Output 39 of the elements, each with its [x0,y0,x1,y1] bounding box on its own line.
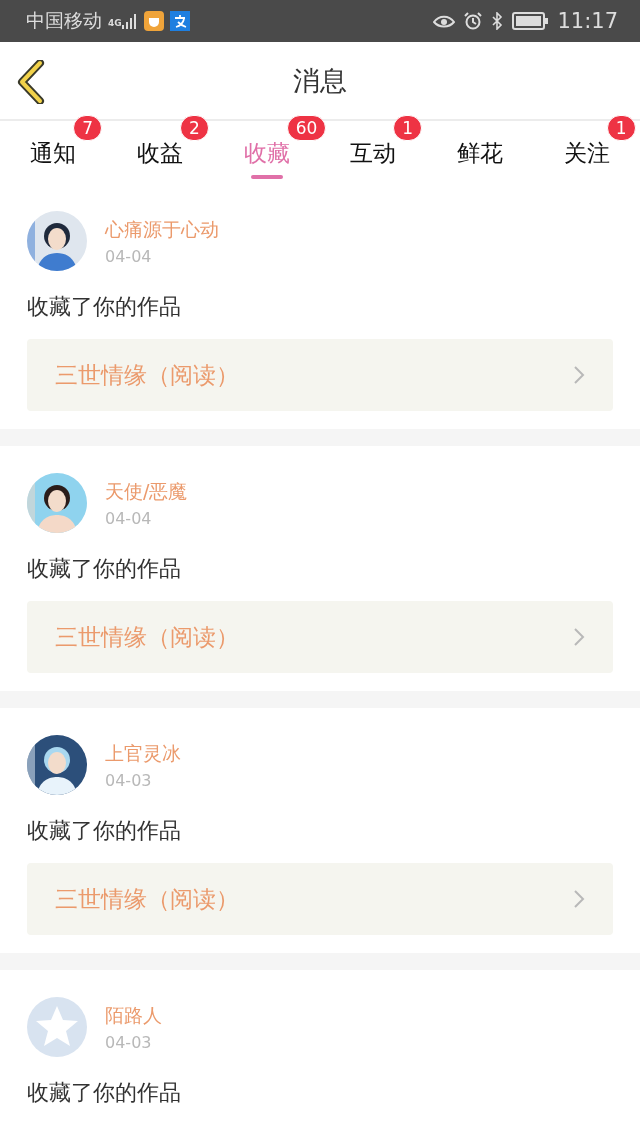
back-chevron-icon [16,60,46,104]
activity-text: 收藏了你的作品 [27,293,182,321]
tab[interactable]: 鲜花 [457,137,503,169]
date-text: 04-04 [105,246,153,266]
network-type: 4G [108,18,122,28]
alarm-icon [464,12,483,30]
date-text: 04-03 [105,770,153,790]
date-text: 04-03 [105,1032,153,1052]
count-badge: 1 [393,115,423,141]
user-name[interactable]: 上官灵冰 [105,740,181,767]
tab[interactable]: 收益 [137,137,183,169]
date-text: 04-04 [105,508,153,528]
battery-icon [512,12,549,30]
page-title: 消息 [293,63,347,98]
count-badge: 1 [606,115,636,141]
bluetooth-icon [491,12,504,30]
cup-icon [143,11,164,31]
activity-text: 收藏了你的作品 [27,817,182,845]
signal-icon [121,13,138,29]
count-badge: 7 [73,115,103,141]
work-link[interactable]: 三世情缘（阅读） [27,339,613,411]
work-link[interactable]: 三世情缘（阅读） [27,601,613,673]
activity-text: 收藏了你的作品 [27,555,182,583]
work-link[interactable]: 三世情缘（阅读） [27,863,613,935]
eye-icon [433,13,456,29]
user-name[interactable]: 陌路人 [105,1002,162,1029]
default-avatar-icon [27,997,87,1057]
clock-time: 11:17 [557,9,618,33]
chevron-right-icon [573,627,585,647]
chevron-right-icon [573,889,585,909]
count-badge: 60 [286,115,327,141]
selected-underline [250,175,283,179]
payment-app-icon [169,11,190,31]
user-name[interactable]: 天使/恶魔 [105,478,188,505]
count-badge: 2 [180,115,209,141]
chevron-right-icon [573,365,585,385]
carrier-name: 中国移动 [26,8,102,33]
user-name[interactable]: 心痛源于心动 [105,216,219,243]
activity-text: 收藏了你的作品 [27,1079,182,1107]
